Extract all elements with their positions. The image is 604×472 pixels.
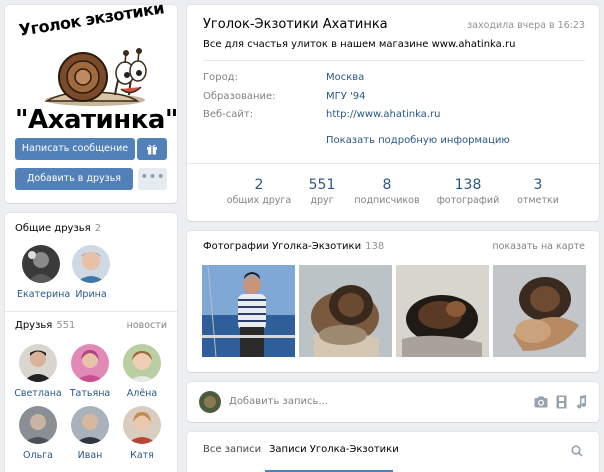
show-more-info-link[interactable]: Показать подробную информацию <box>326 135 510 146</box>
photo-thumbnail[interactable] <box>396 265 489 357</box>
education-link[interactable]: МГУ '94 <box>326 91 365 102</box>
counter-label: отметки <box>517 195 559 206</box>
friend-name: Ольга <box>23 450 53 461</box>
friend-name: Татьяна <box>69 388 111 399</box>
friends-title[interactable]: Друзья 551 <box>15 320 75 331</box>
city-link[interactable]: Москва <box>326 72 364 83</box>
profile-status-text: Все для счастья улиток в нашем магазине … <box>203 39 516 50</box>
friend-item[interactable]: Татьяна <box>66 344 114 399</box>
counter-value: 8 <box>382 177 392 193</box>
friend-name: Иван <box>77 450 103 461</box>
friend-item[interactable]: Алёна <box>118 344 166 399</box>
friend-item[interactable]: Иван <box>66 406 114 461</box>
education-label: Образование: <box>203 91 276 102</box>
friend-avatar <box>123 344 161 382</box>
counter-label: фотографий <box>436 195 500 206</box>
profile-info-card: Уголок-Экзотики Ахатинка заходила вчера … <box>187 5 599 221</box>
tab-all-posts[interactable]: Все записи <box>203 444 261 455</box>
city-label: Город: <box>203 72 238 83</box>
friend-avatar <box>22 245 60 283</box>
info-divider <box>203 60 585 61</box>
friend-avatar <box>123 406 161 444</box>
friend-name: Алёна <box>126 388 158 399</box>
music-icon[interactable] <box>576 395 587 409</box>
add-friend-button[interactable]: Добавить в друзья <box>15 168 133 190</box>
friends-card: Общие друзья 2 Екатерина Ирина Друзья 551 … <box>5 213 177 472</box>
friends-count: 551 <box>56 320 76 331</box>
avatar-card: Уголок экзотики "Ахатинка" Написать сооб… <box>5 0 178 203</box>
friend-item[interactable]: Катя <box>118 406 166 461</box>
post-composer-card: Добавить запись... <box>187 382 599 422</box>
friend-item[interactable]: Светлана <box>14 344 62 399</box>
counter-followers[interactable]: 8 подписчиков <box>347 177 427 206</box>
counter-label: подписчиков <box>354 195 420 206</box>
counter-tags[interactable]: 3 отметки <box>498 177 578 206</box>
counter-value: 3 <box>533 177 543 193</box>
friend-name: Екатерина <box>17 289 71 300</box>
counters-divider <box>187 163 599 164</box>
camera-icon[interactable] <box>534 396 548 408</box>
write-message-button[interactable]: Написать сообщение <box>15 138 135 160</box>
mutual-friends-label: Общие друзья <box>15 223 91 234</box>
profile-name: Уголок-Экзотики Ахатинка <box>203 17 388 32</box>
photo-thumbnail[interactable] <box>202 265 295 357</box>
friend-avatar <box>19 344 57 382</box>
show-on-map-link[interactable]: показать на карте <box>492 241 585 252</box>
video-icon[interactable] <box>556 395 567 409</box>
photos-card: Фотографии Уголка-Экзотики 138 показать н… <box>187 231 599 372</box>
friends-news-link[interactable]: новости <box>127 320 167 331</box>
photos-count: 138 <box>365 241 385 252</box>
last-seen-status: заходила вчера в 16:23 <box>467 20 585 31</box>
friends-label: Друзья <box>15 320 53 331</box>
photos-label: Фотографии Уголка-Экзотики <box>203 241 362 252</box>
photo-thumbnail[interactable] <box>493 265 586 357</box>
wall-tabs-card: Все записи Записи Уголка-Экзотики <box>187 432 599 472</box>
photo-thumbnail[interactable] <box>299 265 392 357</box>
friend-avatar <box>71 406 109 444</box>
gift-icon <box>147 144 157 154</box>
photos-title[interactable]: Фотографии Уголка-Экзотики 138 <box>203 241 384 252</box>
add-post-input[interactable]: Добавить запись... <box>229 396 328 407</box>
friend-name: Катя <box>130 450 154 461</box>
friend-name: Ирина <box>75 289 107 300</box>
counter-photos[interactable]: 138 фотографий <box>428 177 508 206</box>
composer-avatar <box>199 391 221 413</box>
profile-avatar-logo[interactable]: Уголок экзотики "Ахатинка" <box>15 0 178 137</box>
tab-owner-posts[interactable]: Записи Уголка-Экзотики <box>269 444 399 455</box>
friend-avatar <box>72 245 110 283</box>
logo-top-text: Уголок экзотики <box>17 0 166 40</box>
friend-item[interactable]: Екатерина <box>17 245 71 300</box>
more-dots-icon: ••• <box>140 169 165 185</box>
mutual-friends-count: 2 <box>94 223 102 234</box>
website-link[interactable]: http://www.ahatinka.ru <box>326 109 440 120</box>
mutual-friends-title[interactable]: Общие друзья 2 <box>15 223 101 234</box>
counter-value: 138 <box>454 177 482 193</box>
friend-avatar <box>71 344 109 382</box>
more-actions-button[interactable]: ••• <box>138 168 167 190</box>
snail-illustration <box>44 48 147 106</box>
gift-button[interactable] <box>137 138 167 160</box>
section-divider <box>5 311 177 312</box>
friend-item[interactable]: Ольга <box>14 406 62 461</box>
website-label: Веб-сайт: <box>203 109 254 120</box>
friend-item[interactable]: Ирина <box>67 245 115 300</box>
friend-name: Светлана <box>14 388 62 399</box>
search-icon[interactable] <box>571 445 583 457</box>
logo-bottom-text: "Ахатинка" <box>15 105 178 135</box>
friend-avatar <box>19 406 57 444</box>
